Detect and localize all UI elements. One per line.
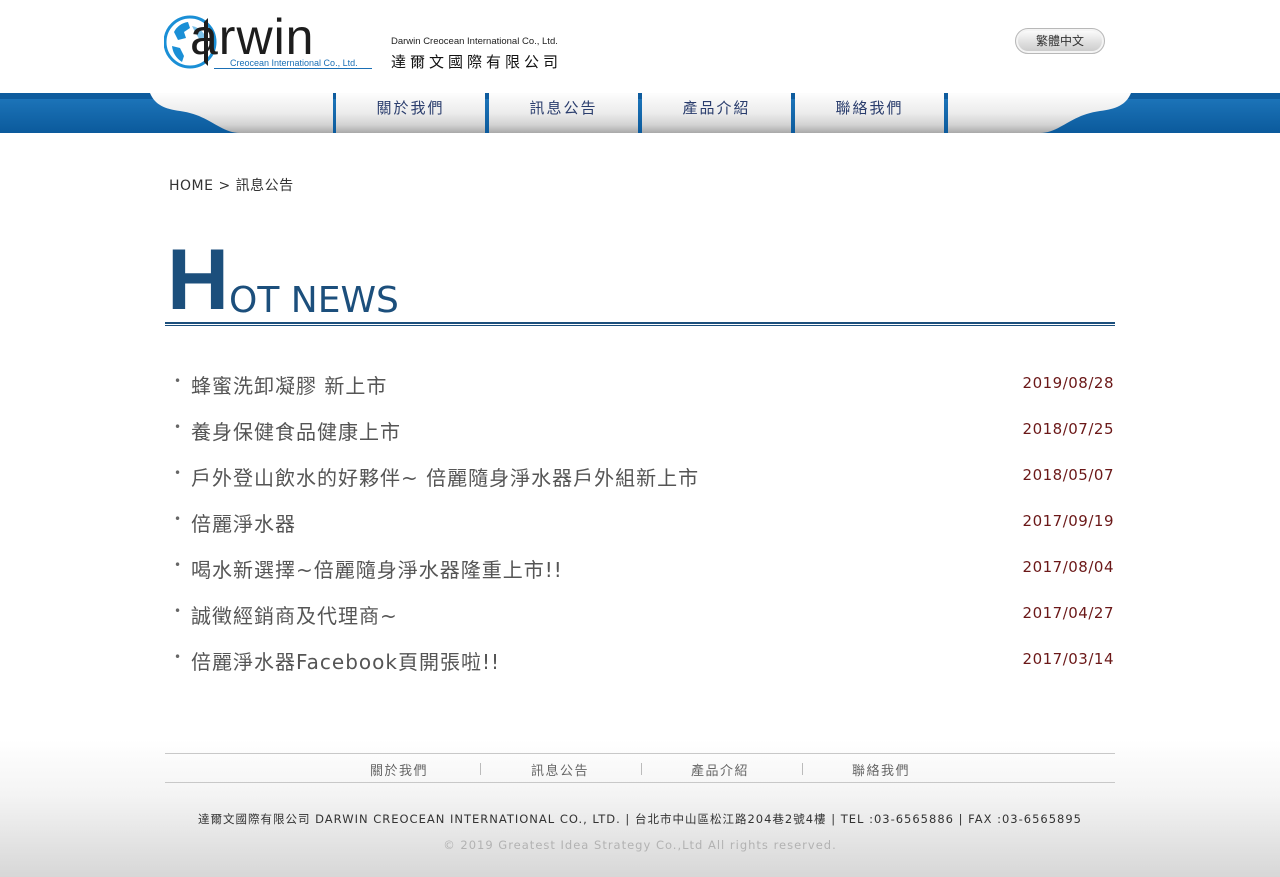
page-title-initial: H — [167, 232, 230, 328]
bullet-icon: • — [174, 374, 182, 388]
news-date: 2017/08/04 — [1022, 558, 1114, 576]
bullet-icon: • — [174, 420, 182, 434]
footer-company-info: 達爾文國際有限公司 DARWIN CREOCEAN INTERNATIONAL … — [198, 812, 1082, 826]
breadcrumb-separator: > — [218, 178, 231, 194]
company-name-en: Darwin Creocean International Co., Ltd. — [391, 36, 558, 47]
list-item: • 倍麗淨水器Facebook頁開張啦!! 2017/03/14 — [165, 636, 1115, 682]
news-date: 2018/07/25 — [1022, 420, 1114, 438]
nav-item-products[interactable]: 產品介紹 — [642, 93, 791, 133]
bullet-icon: • — [174, 650, 182, 664]
nav-item-contact[interactable]: 聯絡我們 — [795, 93, 944, 133]
footer-nav-news[interactable]: 訊息公告 — [500, 760, 620, 779]
bullet-icon: • — [174, 512, 182, 526]
news-title-link[interactable]: 蜂蜜洗卸凝膠 新上市 — [191, 370, 387, 399]
footer-nav-products[interactable]: 產品介紹 — [660, 760, 780, 779]
news-date: 2018/05/07 — [1022, 466, 1114, 484]
page-title: H OT NEWS — [167, 232, 467, 328]
list-item: • 養身保健食品健康上市 2018/07/25 — [165, 406, 1115, 452]
news-date: 2017/04/27 — [1022, 604, 1114, 622]
site-header: arwin Creocean International Co., Ltd. D… — [0, 0, 1280, 93]
list-item: • 誠徵經銷商及代理商~ 2017/04/27 — [165, 590, 1115, 636]
list-item: • 蜂蜜洗卸凝膠 新上市 2019/08/28 — [165, 360, 1115, 406]
footer-copyright: © 2019 Greatest Idea Strategy Co.,Ltd Al… — [443, 838, 837, 852]
footer-nav-contact[interactable]: 聯絡我們 — [821, 760, 941, 779]
bullet-icon: • — [174, 558, 182, 572]
bullet-icon: • — [174, 604, 182, 618]
news-title-link[interactable]: 戶外登山飲水的好夥伴~ 倍麗隨身淨水器戶外組新上市 — [191, 462, 699, 491]
list-item: • 戶外登山飲水的好夥伴~ 倍麗隨身淨水器戶外組新上市 2018/05/07 — [165, 452, 1115, 498]
news-list: • 蜂蜜洗卸凝膠 新上市 2019/08/28 • 養身保健食品健康上市 201… — [165, 360, 1115, 682]
nav-item-about[interactable]: 關於我們 — [336, 93, 485, 133]
footer-nav-separator — [480, 763, 481, 775]
language-button[interactable]: 繁體中文 — [1015, 28, 1105, 54]
news-title-link[interactable]: 倍麗淨水器 — [191, 508, 296, 537]
list-item: • 喝水新選擇~倍麗隨身淨水器隆重上市!! 2017/08/04 — [165, 544, 1115, 590]
breadcrumb-home-link[interactable]: HOME — [169, 178, 213, 194]
nav-item-news[interactable]: 訊息公告 — [489, 93, 638, 133]
title-divider-thin — [165, 325, 1115, 326]
footer-nav: 關於我們 訊息公告 產品介紹 聯絡我們 — [165, 753, 1115, 783]
bullet-icon: • — [174, 466, 182, 480]
nav-background — [0, 93, 1280, 133]
company-name-zh: 達爾文國際有限公司 — [391, 53, 563, 71]
footer-nav-about[interactable]: 關於我們 — [339, 760, 459, 779]
news-title-link[interactable]: 誠徵經銷商及代理商~ — [191, 600, 398, 629]
page-title-rest: OT NEWS — [229, 280, 399, 321]
title-divider — [165, 322, 1115, 324]
footer-nav-separator — [641, 763, 642, 775]
news-date: 2017/03/14 — [1022, 650, 1114, 668]
logo-subtitle: Creocean International Co., Ltd. — [230, 58, 358, 68]
darwin-logo[interactable]: arwin Creocean International Co., Ltd. — [164, 9, 376, 72]
breadcrumb: HOME > 訊息公告 — [169, 175, 294, 195]
news-title-link[interactable]: 倍麗淨水器Facebook頁開張啦!! — [191, 646, 500, 675]
news-date: 2019/08/28 — [1022, 374, 1114, 392]
list-item: • 倍麗淨水器 2017/09/19 — [165, 498, 1115, 544]
news-date: 2017/09/19 — [1022, 512, 1114, 530]
main-nav: 關於我們 訊息公告 產品介紹 聯絡我們 — [0, 93, 1280, 133]
news-title-link[interactable]: 養身保健食品健康上市 — [191, 416, 401, 445]
footer-nav-separator — [802, 763, 803, 775]
logo-underline — [214, 68, 372, 69]
breadcrumb-current: 訊息公告 — [235, 178, 294, 194]
news-title-link[interactable]: 喝水新選擇~倍麗隨身淨水器隆重上市!! — [191, 554, 563, 583]
